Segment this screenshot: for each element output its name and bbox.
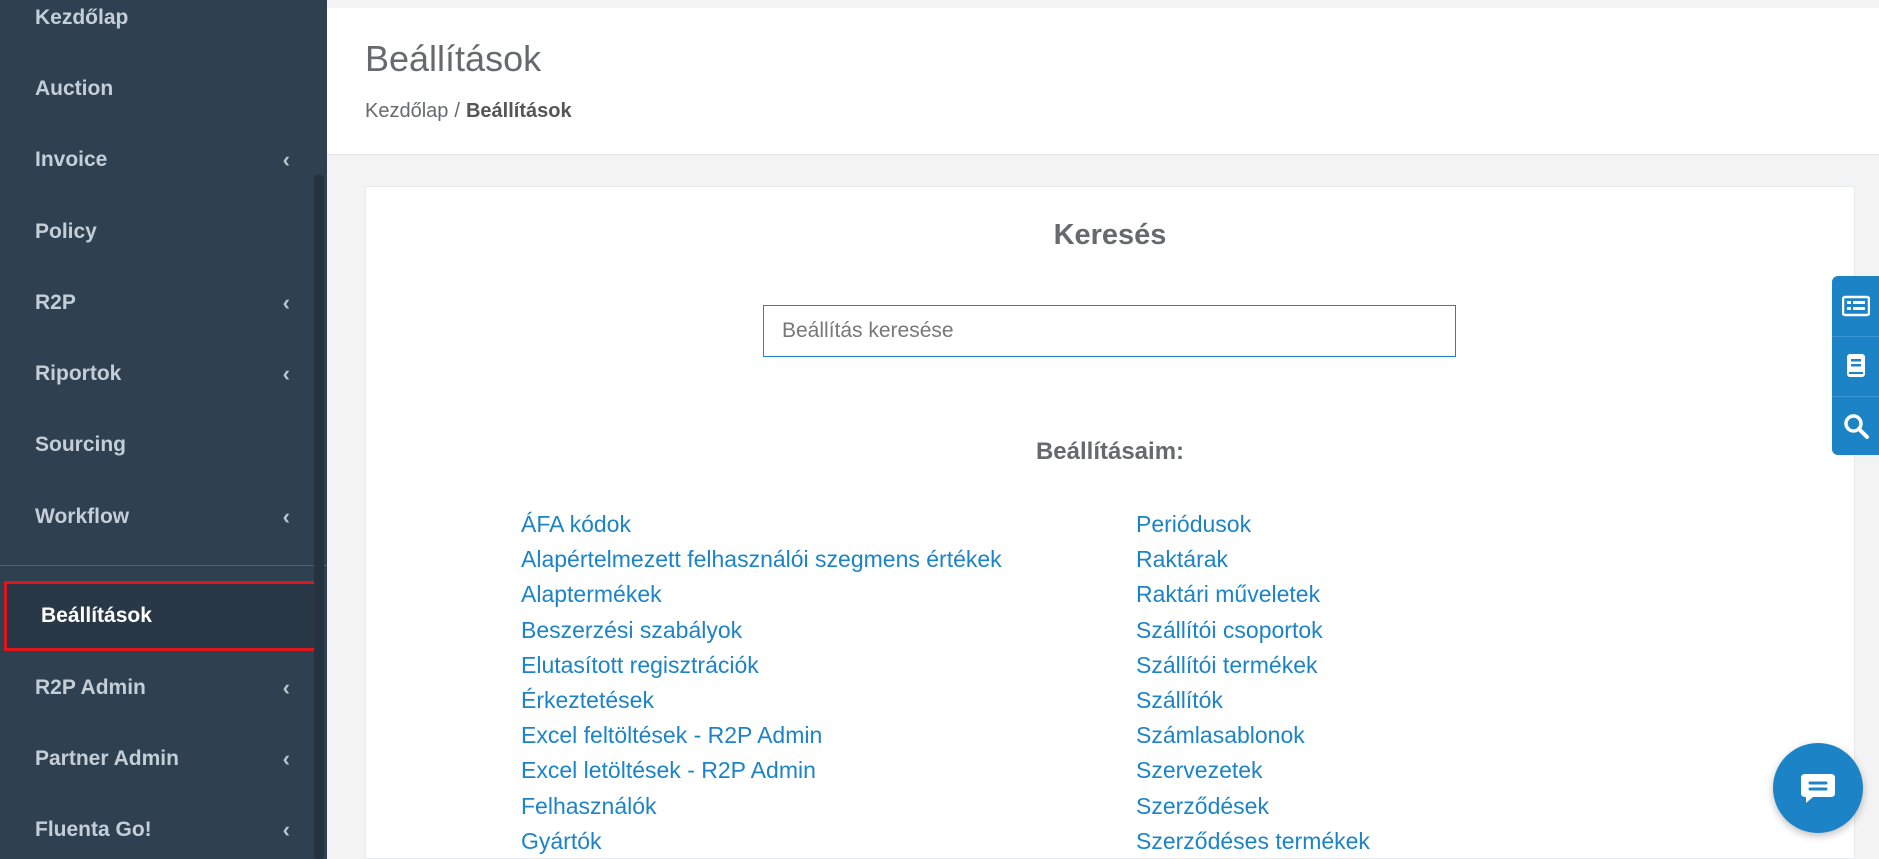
sidebar-divider bbox=[0, 565, 327, 566]
settings-link[interactable]: Excel letöltések - R2P Admin bbox=[521, 753, 1002, 788]
chevron-left-icon: ‹ bbox=[282, 146, 290, 172]
my-settings-title: Beállításaim: bbox=[1035, 438, 1185, 465]
sidebar-item-label: Auction bbox=[35, 76, 114, 100]
page-header: Beállítások Kezdőlap / Beállítások bbox=[327, 8, 1879, 155]
settings-links-right: Periódusok Raktárak Raktári műveletek Sz… bbox=[1136, 507, 1370, 859]
settings-link[interactable]: Szerződések bbox=[1136, 789, 1370, 824]
settings-link[interactable]: Gyártók bbox=[521, 824, 1002, 859]
settings-link[interactable]: Szerződéses termékek bbox=[1136, 824, 1370, 859]
sidebar-scrollbar[interactable] bbox=[314, 175, 324, 859]
sidebar-item-label: Riportok bbox=[35, 361, 122, 385]
settings-link[interactable]: Beszerzési szabályok bbox=[521, 613, 1002, 648]
settings-links-left: ÁFA kódok Alapértelmezett felhasználói s… bbox=[521, 507, 1002, 859]
sidebar-item-invoice[interactable]: Invoice ‹ bbox=[0, 124, 314, 195]
settings-link[interactable]: Raktári műveletek bbox=[1136, 577, 1370, 612]
settings-link[interactable]: Szállítói termékek bbox=[1136, 648, 1370, 683]
sidebar-item-label: R2P Admin bbox=[35, 675, 146, 699]
settings-link[interactable]: Raktárak bbox=[1136, 542, 1370, 577]
chevron-left-icon: ‹ bbox=[282, 503, 290, 529]
chat-button[interactable] bbox=[1773, 743, 1863, 833]
settings-link[interactable]: ÁFA kódok bbox=[521, 507, 1002, 542]
chevron-left-icon: ‹ bbox=[282, 816, 290, 842]
chevron-left-icon: ‹ bbox=[282, 289, 290, 315]
sidebar-item-policy[interactable]: Policy bbox=[0, 196, 314, 267]
sidebar-item-beallitasok[interactable]: Beállítások bbox=[4, 581, 321, 651]
search-icon bbox=[1843, 414, 1869, 439]
search-button[interactable] bbox=[1832, 396, 1879, 455]
book-button[interactable] bbox=[1832, 336, 1879, 395]
settings-link[interactable]: Alapértelmezett felhasználói szegmens ér… bbox=[521, 542, 1002, 577]
sidebar-item-sourcing[interactable]: Sourcing bbox=[0, 409, 314, 480]
sidebar-item-workflow[interactable]: Workflow ‹ bbox=[0, 481, 314, 552]
sidebar-item-label: R2P bbox=[35, 290, 76, 314]
list-button[interactable] bbox=[1832, 276, 1879, 335]
breadcrumb-separator: / bbox=[454, 100, 460, 122]
sidebar-item-label: Invoice bbox=[35, 147, 108, 171]
chat-bubble-icon bbox=[1801, 774, 1835, 803]
sidebar-item-fluenta-go[interactable]: Fluenta Go! ‹ bbox=[0, 794, 314, 859]
settings-link[interactable]: Alaptermékek bbox=[521, 577, 1002, 612]
sidebar-item-label: Policy bbox=[35, 219, 97, 243]
settings-link[interactable]: Szervezetek bbox=[1136, 753, 1370, 788]
breadcrumb-current: Beállítások bbox=[465, 100, 572, 122]
sidebar-item-r2p-admin[interactable]: R2P Admin ‹ bbox=[0, 652, 314, 723]
settings-link[interactable]: Érkeztetések bbox=[521, 683, 1002, 718]
chevron-left-icon: ‹ bbox=[282, 360, 290, 386]
settings-link[interactable]: Elutasított regisztrációk bbox=[521, 648, 1002, 683]
list-icon bbox=[1841, 295, 1870, 316]
settings-link[interactable]: Szállítói csoportok bbox=[1136, 613, 1370, 648]
sidebar-item-label: Fluenta Go! bbox=[35, 817, 152, 841]
settings-search-input[interactable] bbox=[763, 305, 1456, 357]
search-title: Keresés bbox=[1053, 219, 1167, 251]
breadcrumb-home-link[interactable]: Kezdőlap bbox=[365, 100, 448, 122]
settings-link[interactable]: Szállítók bbox=[1136, 683, 1370, 718]
settings-link[interactable]: Excel feltöltések - R2P Admin bbox=[521, 718, 1002, 753]
chevron-left-icon: ‹ bbox=[282, 674, 290, 700]
sidebar-item-auction[interactable]: Auction bbox=[0, 53, 314, 124]
sidebar-item-label: Sourcing bbox=[35, 432, 127, 456]
sidebar-item-partner-admin[interactable]: Partner Admin ‹ bbox=[0, 723, 314, 794]
sidebar-item-riportok[interactable]: Riportok ‹ bbox=[0, 338, 314, 409]
sidebar-item-r2p[interactable]: R2P ‹ bbox=[0, 267, 314, 338]
chevron-left-icon: ‹ bbox=[282, 745, 290, 771]
settings-link[interactable]: Felhasználók bbox=[521, 789, 1002, 824]
sidebar-item-kezdolap[interactable]: Kezdőlap bbox=[0, 0, 314, 53]
book-icon bbox=[1846, 354, 1865, 377]
floating-toolbar bbox=[1832, 276, 1879, 455]
settings-link[interactable]: Periódusok bbox=[1136, 507, 1370, 542]
sidebar: Kezdőlap Auction Invoice ‹ Policy R2P ‹ Ri… bbox=[0, 0, 327, 859]
breadcrumb: Kezdőlap / Beállítások bbox=[365, 100, 572, 123]
sidebar-item-label: Partner Admin bbox=[35, 746, 179, 770]
settings-link[interactable]: Számlasablonok bbox=[1136, 718, 1370, 753]
page-title: Beállítások bbox=[365, 38, 542, 79]
sidebar-item-label: Kezdőlap bbox=[35, 5, 129, 29]
sidebar-item-label: Workflow bbox=[35, 504, 130, 528]
sidebar-item-label: Beállítások bbox=[41, 604, 152, 627]
settings-card: Keresés Beállításaim: ÁFA kódok Alapérte… bbox=[365, 186, 1855, 859]
